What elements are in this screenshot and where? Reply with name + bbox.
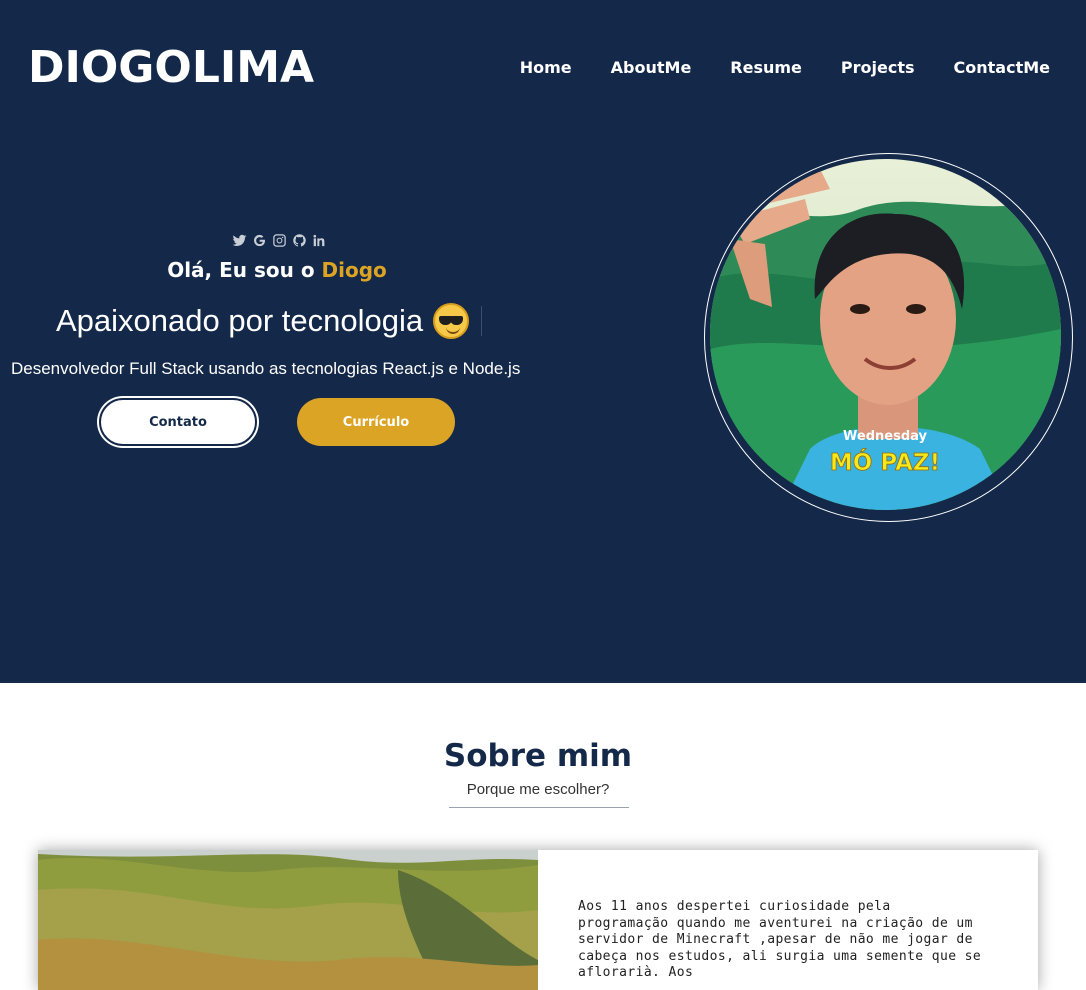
about-text: Aos 11 anos despertei curiosidade pela p… [578,899,982,980]
about-subtitle: Porque me escolher? [466,781,610,798]
about-title: Sobre mim [443,738,633,774]
greeting-prefix: Olá, Eu sou o [167,258,322,282]
hero-section: DIOGOLIMA Home AboutMe Resume Projects C… [0,0,1086,683]
resume-button[interactable]: Currículo [297,398,455,446]
contact-button[interactable]: Contato [99,398,257,446]
twitter-icon[interactable] [231,231,247,249]
social-links [231,231,327,249]
nav-resume[interactable]: Resume [730,58,802,78]
linkedin-icon[interactable] [311,231,327,249]
greeting-name: Diogo [321,258,387,282]
instagram-icon[interactable] [271,231,287,249]
about-divider [449,807,629,808]
github-icon[interactable] [291,231,307,249]
main-nav: Home AboutMe Resume Projects ContactMe [481,58,1050,78]
about-landscape-image [38,850,538,990]
google-icon[interactable] [251,231,267,249]
site-logo[interactable]: DIOGOLIMA [28,40,314,96]
hero-tagline: Apaixonado por tecnologia [56,300,483,342]
hero-greeting: Olá, Eu sou o Diogo [0,256,554,284]
tagline-text: Apaixonado por tecnologia [56,303,424,338]
about-card: Aos 11 anos despertei curiosidade pela p… [38,850,1038,990]
nav-contact-me[interactable]: ContactMe [954,58,1050,78]
nav-about-me[interactable]: AboutMe [611,58,692,78]
nav-projects[interactable]: Projects [841,58,915,78]
nav-home[interactable]: Home [520,58,572,78]
typing-caret [481,306,483,336]
hero-subtitle: Desenvolvedor Full Stack usando as tecno… [11,359,521,378]
photo-caption-big: MÓ PAZ! [830,448,940,476]
profile-photo: Wednesday MÓ PAZ! [710,159,1061,510]
photo-caption-small: Wednesday [843,429,927,444]
smiling-face-with-sunglasses-icon [433,303,470,339]
